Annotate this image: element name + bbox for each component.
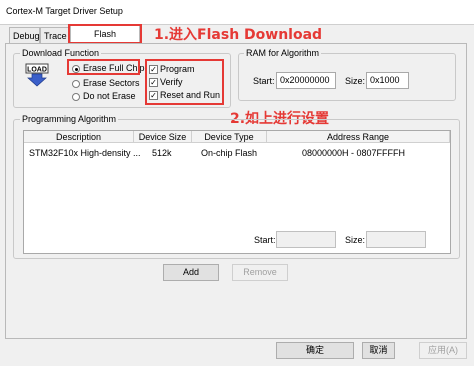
- remove-button[interactable]: Remove: [232, 264, 288, 281]
- options-highlight-box: [145, 59, 224, 105]
- ram-start-input[interactable]: 0x20000000: [276, 72, 336, 89]
- algorithm-size-label: Size:: [345, 235, 366, 245]
- do-not-erase-label: Do not Erase: [83, 91, 136, 101]
- column-address-range[interactable]: Address Range: [267, 131, 450, 143]
- load-icon: LOAD: [24, 63, 50, 87]
- cancel-button[interactable]: 取消: [362, 342, 395, 359]
- algorithm-start-label: Start:: [254, 235, 276, 245]
- column-device-size[interactable]: Device Size: [134, 131, 192, 143]
- cell-device-type: On-chip Flash: [201, 148, 258, 158]
- tab-trace[interactable]: Trace: [40, 27, 70, 43]
- algorithm-size-input[interactable]: [366, 231, 426, 248]
- load-icon-text: LOAD: [27, 67, 47, 74]
- window-title: Cortex-M Target Driver Setup: [6, 6, 123, 16]
- cell-device-size: 512k: [152, 148, 172, 158]
- annotation-step1: 1.进入Flash Download: [154, 27, 323, 43]
- do-not-erase-radio[interactable]: [72, 93, 80, 101]
- tab-debug[interactable]: Debug: [9, 27, 40, 43]
- ram-legend: RAM for Algorithm: [244, 48, 322, 58]
- tab-highlight-box: [68, 24, 142, 44]
- ram-size-input[interactable]: 0x1000: [366, 72, 409, 89]
- footer-bar: [0, 339, 474, 366]
- column-description[interactable]: Description: [24, 131, 134, 143]
- add-button[interactable]: Add: [163, 264, 219, 281]
- title-bar: Cortex-M Target Driver Setup: [0, 0, 474, 25]
- ram-size-label: Size:: [345, 76, 366, 86]
- download-function-legend: Download Function: [20, 48, 102, 58]
- cell-address-range: 08000000H - 0807FFFFH: [302, 148, 406, 158]
- apply-button[interactable]: 应用(A): [419, 342, 467, 359]
- ram-start-label: Start:: [253, 76, 275, 86]
- algorithm-start-input[interactable]: [276, 231, 336, 248]
- cell-description: STM32F10x High-density ...: [29, 148, 141, 158]
- erase-full-chip-highlight-box: [67, 59, 140, 75]
- erase-sectors-radio[interactable]: [72, 80, 80, 88]
- erase-sectors-label: Erase Sectors: [83, 78, 140, 88]
- column-device-type[interactable]: Device Type: [192, 131, 267, 143]
- ok-button[interactable]: 确定: [276, 342, 354, 359]
- programming-algorithm-legend: Programming Algorithm: [20, 114, 119, 124]
